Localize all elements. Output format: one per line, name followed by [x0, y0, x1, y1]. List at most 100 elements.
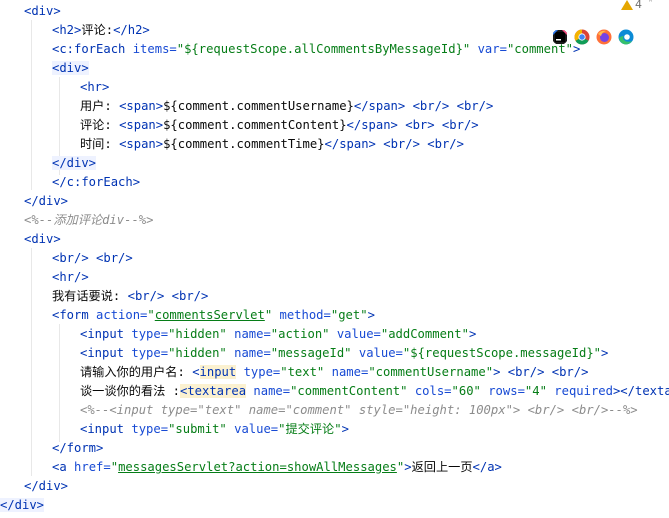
code-line[interactable]: <br/> <br/> — [52, 249, 133, 268]
code-line[interactable]: 时间: <span>${comment.commentTime}</span> … — [80, 135, 464, 154]
comment: <%--添加评论div--%> — [24, 213, 154, 227]
code-line[interactable]: 请输入你的用户名: <input type="text" name="comme… — [80, 363, 588, 382]
servlet-link[interactable]: commentsServlet — [155, 308, 265, 322]
tag: </div> — [24, 479, 69, 493]
string: "comment" — [506, 42, 573, 56]
string: "hidden" — [168, 346, 227, 360]
code-line[interactable]: </div> — [24, 477, 68, 496]
code-line[interactable]: <hr/> — [52, 268, 89, 287]
attribute: required — [554, 384, 613, 398]
attribute: var= — [477, 42, 507, 56]
tag: <br/> <br/> — [405, 99, 494, 113]
tag: > — [404, 460, 412, 474]
tag: <hr> — [80, 80, 110, 94]
string: "submit" — [168, 422, 227, 436]
href-link[interactable]: messagesServlet?action=showAllMessages — [118, 460, 397, 474]
tag: > — [367, 308, 375, 322]
text: 请输入你的用户名: — [80, 365, 193, 379]
tag: <div> — [52, 61, 89, 75]
tag: > — [468, 327, 477, 341]
comment: <%--<input type="text" name="comment" st… — [80, 403, 638, 417]
text: 时间: — [80, 137, 120, 151]
attribute: type= — [131, 422, 169, 436]
text: 用户: — [80, 99, 120, 113]
tag: </a> — [472, 460, 502, 474]
string: " — [110, 460, 119, 474]
code-editor[interactable]: 4 ˄ <div> <h2>评论:</h2> <c:forEach items=… — [0, 0, 669, 518]
code-line[interactable]: </div> — [24, 192, 68, 211]
attribute: action= — [96, 308, 148, 322]
code-line[interactable]: 评论: <span>${comment.commentContent}</spa… — [80, 116, 479, 135]
code-line[interactable]: <a href="messagesServlet?action=showAllM… — [52, 458, 502, 477]
code-line[interactable]: <div> — [52, 59, 89, 78]
warning-count: 4 — [635, 0, 642, 11]
string: "commentContent" — [290, 384, 408, 398]
warning-icon — [621, 0, 633, 10]
text: 我有话要说: — [52, 289, 128, 303]
string: "get" — [330, 308, 368, 322]
tag: </span> — [324, 137, 376, 151]
attribute: name= — [331, 365, 369, 379]
code-line[interactable]: 谈一谈你的看法 :<textarea name="commentContent"… — [80, 382, 669, 401]
edge-icon[interactable] — [618, 29, 634, 45]
code-line[interactable]: </div> — [52, 154, 97, 173]
tag: </span> — [353, 99, 406, 113]
attribute: value= — [234, 422, 279, 436]
indent-guide — [31, 20, 32, 190]
text: 评论: — [80, 118, 120, 132]
code-line[interactable]: <c:forEach items="${requestScope.allComm… — [52, 40, 580, 59]
string: " — [147, 308, 155, 322]
code-line[interactable]: 我有话要说: <br/> <br/> — [52, 287, 208, 306]
tag: <span> — [119, 99, 164, 113]
tag: <c:forEach — [52, 42, 126, 56]
tag: </div> — [24, 194, 69, 208]
attribute: rows= — [488, 384, 525, 398]
expression: ${comment.commentUsername} — [163, 99, 354, 113]
string: "action" — [270, 327, 330, 341]
indent-guide — [59, 324, 60, 442]
tag: </div> — [0, 498, 45, 512]
code-line[interactable]: <form action="commentsServlet" method="g… — [52, 306, 375, 325]
tag: <form — [52, 308, 89, 322]
code-line[interactable]: <%--<input type="text" name="comment" st… — [80, 401, 638, 420]
code-line[interactable]: </div> — [0, 496, 45, 515]
attribute: href= — [74, 460, 111, 474]
tag: <hr/> — [52, 270, 89, 284]
string: "hidden" — [168, 327, 227, 341]
firefox-icon[interactable] — [596, 29, 612, 45]
tag: <input — [80, 327, 125, 341]
inspection-widget[interactable]: 4 ˄ — [621, 0, 653, 11]
tag: <a — [52, 460, 67, 474]
tag: </c:forEach> — [52, 175, 141, 189]
tag: > — [601, 346, 609, 360]
code-line[interactable]: <h2>评论:</h2> — [52, 21, 150, 40]
code-line[interactable]: <input type="submit" value="提交评论"> — [80, 420, 349, 439]
text: 评论: — [81, 23, 114, 37]
code-line[interactable]: </c:forEach> — [52, 173, 140, 192]
attribute: name= — [253, 384, 291, 398]
code-line[interactable]: <div> — [24, 230, 61, 249]
attribute: type= — [243, 365, 281, 379]
string: "messageId" — [270, 346, 352, 360]
tag: > — [573, 42, 581, 56]
text: 返回上一页 — [411, 460, 473, 474]
attribute: value= — [336, 327, 381, 341]
code-line[interactable]: <hr> — [80, 78, 109, 97]
tag: <br/> <br/> — [375, 137, 464, 151]
code-line[interactable]: 用户: <span>${comment.commentUsername}</sp… — [80, 97, 493, 116]
code-line[interactable]: <div> — [24, 2, 61, 21]
string: "text" — [280, 365, 325, 379]
code-line[interactable]: <input type="hidden" name="action" value… — [80, 325, 476, 344]
string: "commentUsername" — [368, 365, 494, 379]
code-line[interactable]: <%--添加评论div--%> — [24, 211, 153, 230]
code-line[interactable]: </form> — [52, 439, 103, 458]
tag: <span> — [119, 118, 164, 132]
chevron-up-icon[interactable]: ˄ — [648, 0, 653, 10]
expression: ${comment.commentContent} — [163, 118, 347, 132]
tag: </form> — [52, 441, 104, 455]
code-line[interactable]: <input type="hidden" name="messageId" va… — [80, 344, 608, 363]
attribute: items= — [132, 42, 177, 56]
attribute: cols= — [414, 384, 452, 398]
attribute: type= — [131, 346, 169, 360]
string: " — [264, 308, 273, 322]
